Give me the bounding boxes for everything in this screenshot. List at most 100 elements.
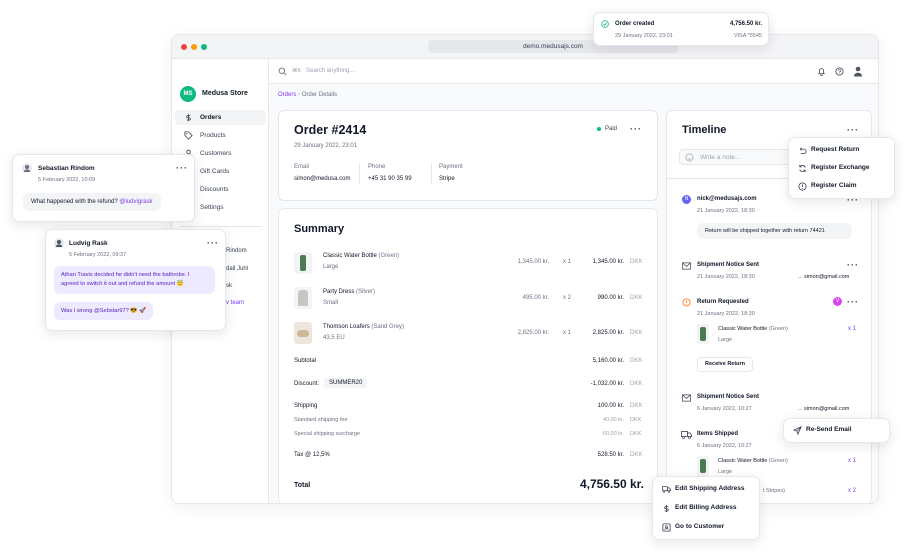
sidebar-item-orders[interactable]: Orders [175, 110, 266, 125]
item-name: Party Dress (Silver) [323, 289, 376, 295]
comment-message: Athan Travis decided he didn't need the … [54, 266, 215, 294]
breadcrumb-orders[interactable]: Orders [278, 92, 296, 98]
subtotal-label: Subtotal [294, 358, 317, 364]
item-variant: 43,5 EU [323, 335, 345, 341]
timeline-actions-button[interactable]: ··· [847, 126, 859, 135]
discount-label: Discount: [294, 381, 320, 387]
team-member[interactable]: sk [226, 283, 232, 289]
menu-item-request-return[interactable]: Request Return [799, 146, 891, 158]
minimize-window-dot[interactable] [191, 44, 197, 50]
currency: DKK [630, 452, 643, 458]
product-thumbnail [294, 322, 312, 344]
menu-item-register-exchange[interactable]: Register Exchange [799, 164, 891, 176]
event-date: 21 January 2022, 18:30 [697, 274, 755, 280]
item-name: Classic Water Bottle (Green) [323, 253, 400, 259]
shipping-value: 100.00 kr. [597, 403, 624, 409]
search-shortcut: ⌘K [292, 68, 302, 74]
dollar-icon [664, 504, 669, 513]
user-avatar-icon[interactable] [853, 66, 863, 77]
avatar [22, 163, 32, 173]
email-value: simon@medusa.com [294, 176, 351, 182]
browser-titlebar: demo.medusajs.com [172, 35, 878, 59]
comment-date: 5 February 2022, 10:09 [38, 177, 96, 183]
summary-title: Summary [294, 223, 345, 235]
divider [359, 163, 360, 185]
item-price: 495.00 kr. [522, 295, 549, 301]
item-variant: Large [718, 469, 733, 475]
comment-author: Sebastian Rindom [38, 165, 95, 172]
user-avatar: V [833, 297, 842, 306]
comment-author: Ludvig Rask [69, 240, 108, 247]
menu-item-edit-billing[interactable]: Edit Billing Address [664, 504, 757, 516]
smiley-icon [685, 153, 694, 162]
sidebar-item-label: Discounts [200, 186, 229, 193]
help-icon[interactable] [835, 67, 844, 76]
sidebar-item-label: Products [200, 132, 226, 139]
bell-icon[interactable] [817, 67, 826, 76]
order-actions-button[interactable]: ··· [630, 125, 642, 134]
currency: DKK [630, 431, 642, 437]
team-link[interactable]: v team [226, 300, 244, 306]
event-title: Return Requested [697, 299, 749, 305]
divider [431, 163, 432, 185]
event-actions-button[interactable]: ··· [847, 298, 859, 307]
subtotal-value: 5,160.00 kr. [592, 358, 624, 364]
comment-message: Was I wrong @Sebstar97? 😎 🚀 [54, 302, 154, 320]
team-member[interactable]: Rindom [226, 248, 247, 254]
truck-icon [662, 486, 671, 493]
browser-window: demo.medusajs.com MS Medusa Store Orders… [171, 34, 879, 504]
event-actions-button[interactable]: ··· [847, 261, 859, 270]
sidebar-item-label: Orders [200, 114, 222, 121]
event-title: nick@medusajs.com [697, 196, 757, 202]
item-price: 1,345.00 kr. [517, 259, 549, 265]
timeline-title: Timeline [682, 124, 727, 136]
event-date: 6 January 2022, 10:27 [697, 443, 752, 449]
note-message: Return will be shipped together with ret… [697, 223, 852, 239]
product-thumbnail [294, 287, 312, 309]
item-qty: x 1 [563, 330, 572, 336]
phone-value: +45 31 90 35 99 [368, 176, 412, 182]
toast-title: Order created [615, 21, 655, 27]
maximize-window-dot[interactable] [201, 44, 207, 50]
item-price: 2,825.00 kr. [517, 330, 549, 336]
sidebar-item-label: Settings [200, 204, 224, 211]
item-currency: DKK [630, 259, 643, 265]
send-icon [793, 426, 802, 435]
currency: DKK [630, 358, 643, 364]
team-member[interactable]: dall Juhl [226, 266, 248, 272]
toast-date: 29 January 2022, 23:01 [615, 33, 673, 39]
receive-return-button[interactable]: Receive Return [697, 357, 754, 372]
tag-icon [184, 131, 193, 140]
close-window-dot[interactable] [181, 44, 187, 50]
menu-item-register-claim[interactable]: Register Claim [798, 182, 891, 194]
menu-item-edit-shipping[interactable]: Edit Shipping Address [662, 485, 757, 497]
comment-actions-button[interactable]: ··· [176, 164, 188, 173]
special-shipping-value: 60.00 kr. [602, 431, 624, 437]
check-circle-icon [601, 20, 609, 28]
event-date: 21 January 2022, 18:30 [697, 208, 755, 214]
sidebar-item-products[interactable]: Products [175, 128, 266, 143]
menu-item-go-to-customer[interactable]: Go to Customer [662, 523, 757, 535]
payment-label: Payment [439, 164, 463, 170]
event-recipient: → simon@gmail.com [797, 406, 850, 412]
toast-amount: 4,756.50 kr. [729, 21, 762, 27]
comment-card: Ludvig Rask ··· 5 February 2022, 09:37 A… [45, 229, 226, 331]
resend-email-menu: Re-Send Email [783, 418, 890, 443]
item-total: 1,345.00 kr. [592, 259, 624, 265]
refresh-icon [799, 164, 806, 173]
currency: DKK [630, 403, 643, 409]
item-total: 2,825.00 kr. [592, 330, 624, 336]
order-date: 29 January 2022, 23:01 [294, 143, 358, 149]
event-title: Shipment Notice Sent [697, 262, 760, 268]
menu-item-resend-email[interactable]: Re-Send Email [793, 426, 886, 438]
store-avatar: MS [180, 86, 196, 102]
currency: DKK [630, 381, 643, 387]
order-created-toast: Order created 4,756.50 kr. 29 January 20… [593, 12, 769, 46]
item-variant: Large [323, 264, 339, 270]
phone-label: Phone [368, 164, 386, 170]
item-currency: DKK [630, 330, 643, 336]
alert-icon [682, 298, 691, 307]
item-qty: x 1 [563, 259, 572, 265]
search-input[interactable]: Search anything... [306, 68, 426, 74]
comment-actions-button[interactable]: ··· [207, 239, 219, 248]
